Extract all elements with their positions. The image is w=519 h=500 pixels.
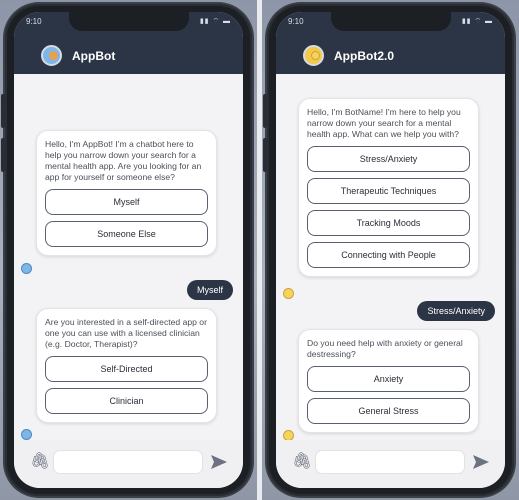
phone-notch: [330, 12, 451, 31]
bot-message-text: Hello, I'm BotName! I'm here to help you…: [307, 107, 461, 139]
message-input[interactable]: [53, 450, 203, 474]
option-self-directed-button[interactable]: Self-Directed: [45, 356, 208, 382]
chat-title: AppBot: [72, 49, 116, 63]
chat-area[interactable]: Hello, I'm BotName! I'm here to help you…: [276, 74, 505, 441]
phone-screen: 9:10 ▮▮ ⌔ ▬ AppBot Hello, I'm AppBot! I'…: [14, 12, 243, 488]
user-message: Stress/Anxiety: [417, 301, 495, 321]
message-input[interactable]: [315, 450, 465, 474]
bot-mini-avatar-icon: [21, 429, 32, 440]
status-time: 9:10: [288, 17, 304, 26]
bot-message-text: Are you interested in a self-directed ap…: [45, 317, 207, 349]
option-connecting-people-button[interactable]: Connecting with People: [307, 242, 470, 268]
message-composer: 🖇: [14, 440, 243, 488]
option-myself-button[interactable]: Myself: [45, 189, 208, 215]
bot-message-text: Do you need help with anxiety or general…: [307, 338, 463, 359]
appbot-avatar-icon: [41, 45, 62, 66]
bot-message-text: Hello, I'm AppBot! I'm a chatbot here to…: [45, 139, 202, 182]
bot-mini-avatar-icon: [283, 288, 294, 299]
phone-notch: [68, 12, 189, 31]
send-icon[interactable]: [471, 452, 491, 472]
chat-header: 9:10 ▮▮ ⌔ ▬ AppBot: [14, 12, 243, 74]
paperclip-icon[interactable]: 🖇: [292, 452, 312, 472]
phone-frame: 9:10 ▮▮ ⌔ ▬ AppBot2.0 Hello, I'm BotName…: [263, 4, 514, 496]
bot-message: Are you interested in a self-directed ap…: [36, 308, 217, 423]
chat-title: AppBot2.0: [334, 49, 394, 63]
message-composer: 🖇: [276, 440, 505, 488]
right-panel: 9:10 ▮▮ ⌔ ▬ AppBot2.0 Hello, I'm BotName…: [262, 0, 519, 500]
paperclip-icon[interactable]: 🖇: [30, 452, 50, 472]
phone-screen: 9:10 ▮▮ ⌔ ▬ AppBot2.0 Hello, I'm BotName…: [276, 12, 505, 488]
option-therapeutic-techniques-button[interactable]: Therapeutic Techniques: [307, 178, 470, 204]
bot-message: Hello, I'm AppBot! I'm a chatbot here to…: [36, 130, 217, 256]
left-panel: 9:10 ▮▮ ⌔ ▬ AppBot Hello, I'm AppBot! I'…: [0, 0, 257, 500]
chat-area[interactable]: Hello, I'm AppBot! I'm a chatbot here to…: [14, 74, 243, 440]
send-icon[interactable]: [209, 452, 229, 472]
option-tracking-moods-button[interactable]: Tracking Moods: [307, 210, 470, 236]
chat-header: 9:10 ▮▮ ⌔ ▬ AppBot2.0: [276, 12, 505, 74]
option-clinician-button[interactable]: Clinician: [45, 388, 208, 414]
status-icons: ▮▮ ⌔ ▬: [461, 18, 493, 25]
bot-mini-avatar-icon: [21, 263, 32, 274]
option-stress-anxiety-button[interactable]: Stress/Anxiety: [307, 146, 470, 172]
status-time: 9:10: [26, 17, 42, 26]
appbot2-avatar-icon: [303, 45, 324, 66]
option-general-stress-button[interactable]: General Stress: [307, 398, 470, 424]
bot-message: Do you need help with anxiety or general…: [298, 329, 479, 433]
option-someone-else-button[interactable]: Someone Else: [45, 221, 208, 247]
status-icons: ▮▮ ⌔ ▬: [199, 18, 231, 25]
user-message: Myself: [186, 280, 233, 300]
option-anxiety-button[interactable]: Anxiety: [307, 366, 470, 392]
phone-frame: 9:10 ▮▮ ⌔ ▬ AppBot Hello, I'm AppBot! I'…: [1, 4, 252, 496]
bot-message: Hello, I'm BotName! I'm here to help you…: [298, 98, 479, 277]
